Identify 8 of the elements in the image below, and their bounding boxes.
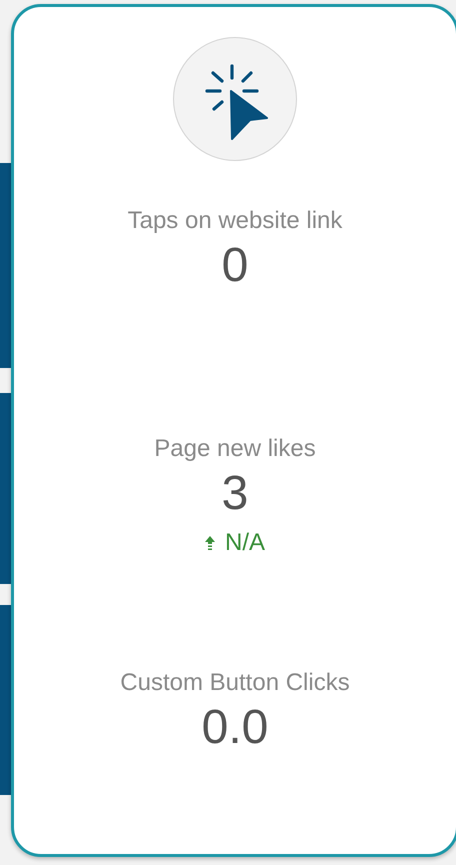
stat-value: 0.0 xyxy=(202,700,268,756)
stat-label: Custom Button Clicks xyxy=(120,668,350,698)
stat-value: 0 xyxy=(222,238,248,294)
stat-label: Page new likes xyxy=(154,434,316,464)
trend-text: N/A xyxy=(224,528,265,558)
stat-value: 3 xyxy=(222,466,248,522)
stat-label: Taps on website link xyxy=(128,206,342,236)
cursor-click-icon xyxy=(205,64,269,140)
